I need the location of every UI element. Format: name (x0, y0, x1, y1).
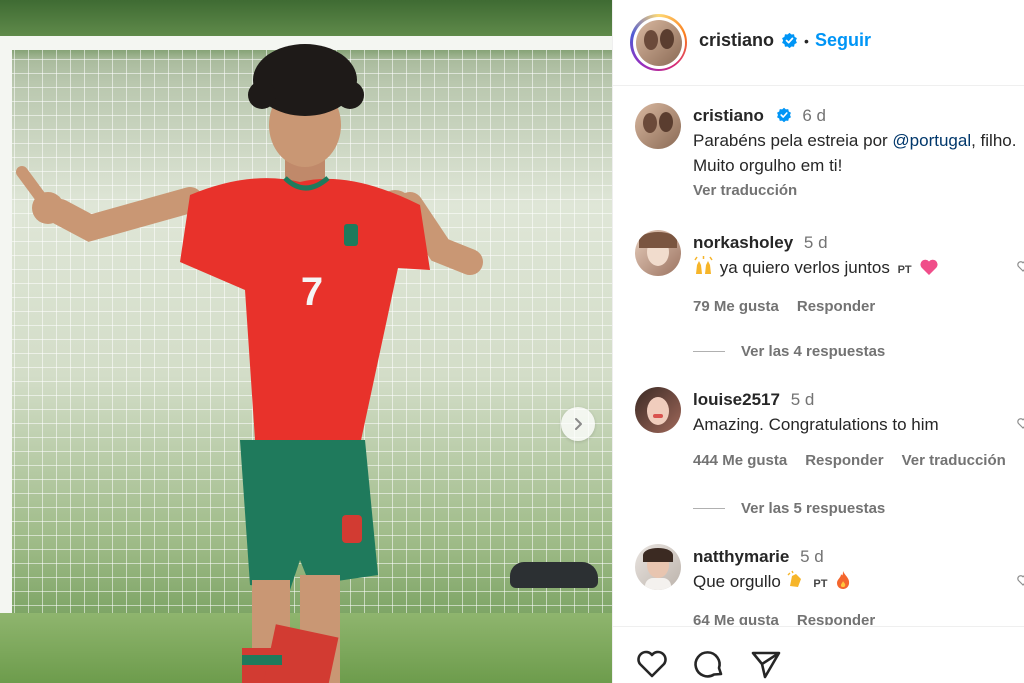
comment-username[interactable]: louise2517 (693, 390, 780, 409)
post-details-panel: cristiano • Seguir cristiano 6 d Parabén… (612, 0, 1024, 683)
heart-icon[interactable] (635, 647, 669, 681)
comment-reply-button[interactable]: Responder (805, 448, 883, 473)
clapping-hands-emoji-icon (787, 570, 801, 587)
comment-reply-button[interactable]: Responder (797, 294, 875, 319)
comment-time: 5 d (803, 233, 828, 252)
comment-like-heart-icon[interactable] (1017, 417, 1024, 429)
next-slide-button[interactable] (561, 407, 595, 441)
comment-username[interactable]: natthymarie (693, 547, 789, 566)
share-icon[interactable] (749, 647, 783, 681)
caption-avatar[interactable] (635, 103, 681, 149)
pink-heart-emoji-icon (920, 259, 938, 275)
comment-like-heart-icon[interactable] (1017, 260, 1024, 272)
author-avatar-image (635, 19, 682, 66)
post-media: 7 (0, 0, 612, 683)
comment-text: Amazing. Congratulations to him (693, 415, 939, 434)
caption-text-before: Parabéns pela estreia por (693, 131, 893, 150)
raising-hands-emoji-icon (694, 256, 713, 274)
comment-avatar[interactable] (635, 230, 681, 276)
verified-badge-icon (776, 107, 792, 123)
author-username[interactable]: cristiano (699, 30, 774, 51)
comment-likes-count[interactable]: 444 Me gusta (693, 448, 787, 473)
flag-portugal-icon: PT (897, 264, 912, 276)
comment-icon[interactable] (692, 647, 726, 681)
caption-time: 6 d (802, 106, 826, 125)
post-header: cristiano • Seguir (613, 0, 1024, 86)
replies-divider-line (693, 508, 725, 509)
caption-translate-link[interactable]: Ver traducción (693, 178, 1024, 203)
header-separator: • (804, 32, 809, 49)
replies-divider-line (693, 351, 725, 352)
comment-translate-link[interactable]: Ver traducción (902, 448, 1006, 473)
view-replies-label: Ver las 4 respuestas (741, 343, 886, 360)
comment-like-heart-icon[interactable] (1017, 574, 1024, 586)
verified-badge-icon (781, 32, 798, 49)
follow-button[interactable]: Seguir (815, 30, 871, 51)
comment-likes-count[interactable]: 79 Me gusta (693, 294, 779, 319)
player-illustration: 7 (16, 44, 483, 683)
comment-time: 5 d (790, 390, 815, 409)
flag-portugal-icon: PT (813, 578, 828, 590)
chevron-right-icon (575, 418, 582, 430)
caption-mention-link[interactable]: @portugal (892, 131, 971, 150)
view-replies-button[interactable]: Ver las 5 respuestas (693, 500, 885, 517)
comment-text: ya quiero verlos juntos (719, 258, 890, 277)
comment-username[interactable]: norkasholey (693, 233, 793, 252)
caption-username[interactable]: cristiano (693, 106, 764, 125)
comments-list[interactable]: cristiano 6 d Parabéns pela estreia por … (613, 87, 1024, 625)
comment-likes-count[interactable]: 64 Me gusta (693, 608, 779, 625)
jersey-number: 7 (301, 270, 323, 314)
author-avatar[interactable] (630, 14, 687, 71)
comment-reply-button[interactable]: Responder (797, 608, 875, 625)
comment-time: 5 d (800, 547, 824, 566)
comment-text: Que orgullo (693, 572, 781, 591)
view-replies-label: Ver las 5 respuestas (741, 500, 886, 517)
fire-emoji-icon (837, 571, 850, 589)
view-replies-button[interactable]: Ver las 4 respuestas (693, 343, 885, 360)
comment-avatar[interactable] (635, 544, 681, 590)
post-actions-bar (613, 626, 1024, 683)
comment-avatar[interactable] (635, 387, 681, 433)
